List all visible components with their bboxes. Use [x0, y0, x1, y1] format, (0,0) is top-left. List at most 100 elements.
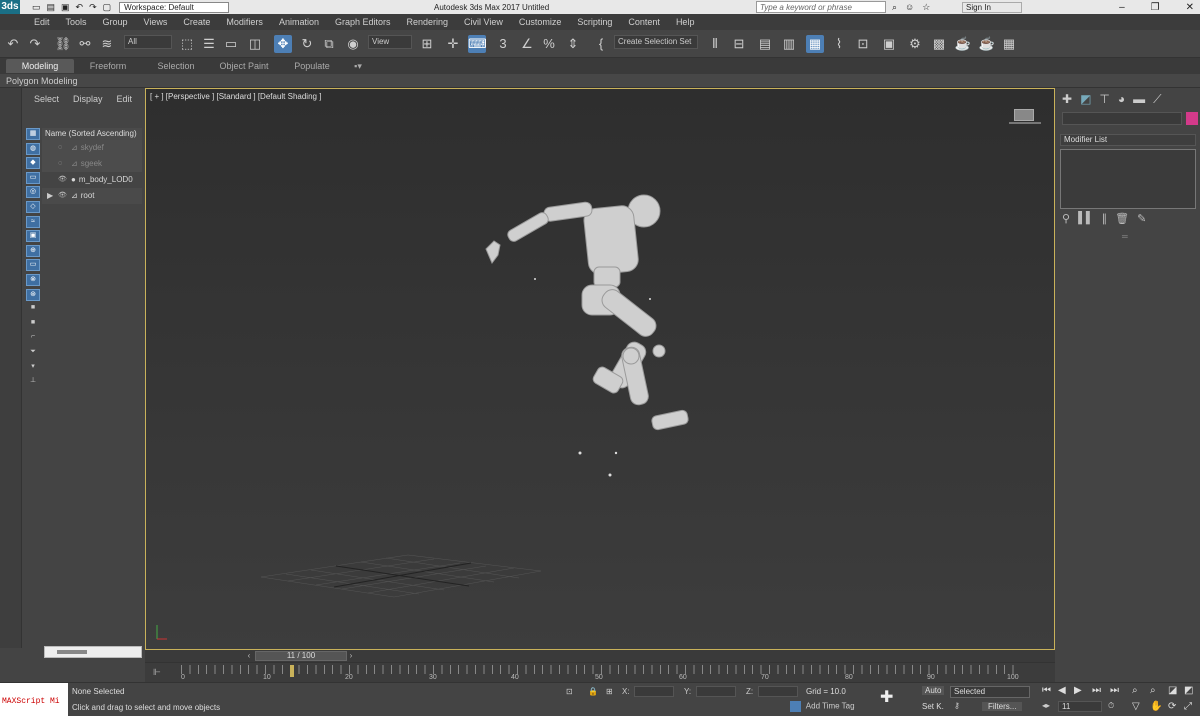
menu-scripting[interactable]: Scripting	[577, 17, 612, 27]
time-slider-handle[interactable]: 11 / 100	[255, 651, 347, 661]
place-icon[interactable]: ◉	[344, 35, 362, 53]
hierarchy-icon[interactable]: ⊥	[26, 376, 40, 388]
percent-snap-icon[interactable]: %	[540, 35, 558, 53]
manipulate-icon[interactable]: ✛	[444, 35, 462, 53]
tab-populate[interactable]: Populate	[278, 61, 346, 71]
display-tab-icon[interactable]: ▬	[1133, 92, 1145, 107]
object-name-field[interactable]	[1062, 112, 1182, 125]
angle-snap-icon[interactable]: ∠	[518, 35, 536, 53]
sign-in-button[interactable]: Sign In	[962, 1, 1022, 13]
render-icon[interactable]: ☕	[954, 35, 972, 53]
undo-icon[interactable]: ↶	[76, 2, 84, 13]
tab-freeform[interactable]: Freeform	[74, 61, 142, 71]
zoom-extents-icon[interactable]: ◪	[1168, 685, 1177, 696]
menu-help[interactable]: Help	[676, 17, 695, 27]
filter-spacewarps-icon[interactable]: ≈	[26, 215, 40, 228]
modify-tab-icon[interactable]: ◩	[1080, 92, 1091, 107]
absolute-mode-icon[interactable]: ⊞	[606, 687, 613, 696]
filter-helpers-icon[interactable]: ◇	[26, 200, 40, 213]
menu-customize[interactable]: Customize	[519, 17, 562, 27]
tab-modeling[interactable]: Modeling	[6, 59, 74, 73]
zoom-all-icon[interactable]: ⌕	[1150, 685, 1156, 696]
bind-spacewarp-icon[interactable]: ≋	[98, 35, 116, 53]
favorites-icon[interactable]: ☆	[922, 2, 930, 13]
selection-filter-dropdown[interactable]: All	[124, 35, 172, 49]
pan-icon[interactable]: ✋	[1150, 701, 1162, 712]
explorer-tab-select[interactable]: Select	[34, 94, 59, 110]
keyboard-shortcut-icon[interactable]: ⌨	[468, 35, 487, 53]
time-config-icon[interactable]: ⏱	[1108, 701, 1114, 711]
scene-explorer-icon[interactable]: ▤	[756, 35, 774, 53]
orbit-icon[interactable]: ⟳	[1168, 701, 1176, 712]
list-item[interactable]: 👁 ● m_body_LOD0	[42, 172, 142, 188]
rect-select-icon[interactable]: ▭	[222, 35, 240, 53]
modifier-list-dropdown[interactable]: Modifier List	[1060, 134, 1196, 146]
filter-geometry-icon[interactable]: ◍	[26, 142, 40, 155]
zoom-extents-all-icon[interactable]: ◩	[1184, 685, 1193, 696]
explorer-tab-display[interactable]: Display	[73, 94, 103, 110]
schematic-view-icon[interactable]: ⊡	[854, 35, 872, 53]
next-frame-arrow-icon[interactable]: ›	[347, 651, 355, 661]
remove-modifier-icon[interactable]: 🗑	[1115, 212, 1129, 225]
explorer-tab-edit[interactable]: Edit	[117, 94, 133, 110]
set-key-button[interactable]: Set K.	[922, 702, 944, 711]
app-logo[interactable]: 3ds	[0, 0, 20, 14]
pin-stack-icon[interactable]: ⚲	[1062, 212, 1070, 225]
reference-coord-dropdown[interactable]: View	[368, 35, 412, 49]
render-cloud-icon[interactable]: ▦	[1000, 35, 1018, 53]
filter-shapes-icon[interactable]: ◆	[26, 157, 40, 170]
lock-icon[interactable]: 🔒	[588, 687, 598, 696]
time-slider[interactable]: ‹ 11 / 100 ›	[145, 650, 1055, 662]
current-frame-field[interactable]: 11	[1058, 701, 1102, 712]
pivot-icon[interactable]: ⊞	[418, 35, 436, 53]
show-end-result-icon[interactable]: ▌▌	[1078, 212, 1094, 225]
prev-frame-icon[interactable]: ◀	[1058, 685, 1066, 696]
find-icon[interactable]: ▾	[26, 362, 40, 374]
menu-content[interactable]: Content	[628, 17, 660, 27]
set-key-plus-icon[interactable]: ✚	[880, 687, 893, 707]
object-color-swatch[interactable]	[1186, 112, 1198, 125]
x-coord-field[interactable]	[634, 686, 674, 697]
filter-containers-icon[interactable]: ⊗	[26, 273, 40, 286]
list-item[interactable]: ◌ ⊿ skydef	[42, 140, 142, 156]
fov-icon[interactable]: ▽	[1132, 701, 1140, 712]
z-coord-field[interactable]	[758, 686, 798, 697]
expand-arrow-icon[interactable]: ▶	[47, 188, 55, 204]
create-tab-icon[interactable]: ✚	[1062, 92, 1072, 107]
y-coord-field[interactable]	[696, 686, 736, 697]
undo-icon[interactable]: ↶	[4, 35, 22, 53]
filter-cameras-icon[interactable]: ◎	[26, 186, 40, 199]
close-icon[interactable]: ✕	[1186, 2, 1194, 13]
filter-bones-icon[interactable]: ▭	[26, 259, 40, 272]
select-by-name-icon[interactable]: ☰	[200, 35, 218, 53]
filter-xrefs-icon[interactable]: ⊕	[26, 244, 40, 257]
redo-icon[interactable]: ↷	[89, 2, 97, 13]
maximize-icon[interactable]: ❐	[1151, 2, 1160, 13]
ribbon-toggle-icon[interactable]: ▦	[806, 35, 824, 53]
link-icon[interactable]: ⛓	[54, 35, 72, 53]
prev-frame-arrow-icon[interactable]: ‹	[245, 651, 253, 661]
menu-views[interactable]: Views	[144, 17, 168, 27]
window-crossing-icon[interactable]: ◫	[246, 35, 264, 53]
curve-editor-mini-icon[interactable]: ⊩	[153, 667, 161, 678]
motion-tab-icon[interactable]: ◕	[1118, 92, 1125, 107]
named-selection-dropdown[interactable]: Create Selection Set	[614, 35, 698, 49]
utilities-tab-icon[interactable]: ⟋	[1153, 92, 1161, 107]
modifier-stack[interactable]	[1060, 149, 1196, 209]
key-icon[interactable]: ⚷	[954, 701, 960, 710]
add-time-tag[interactable]: Add Time Tag	[790, 701, 855, 712]
open-file-icon[interactable]: ▤	[47, 2, 56, 13]
menu-create[interactable]: Create	[183, 17, 210, 27]
menu-modifiers[interactable]: Modifiers	[226, 17, 263, 27]
material-editor-icon[interactable]: ▣	[880, 35, 898, 53]
frame-cursor[interactable]	[290, 665, 294, 677]
menu-group[interactable]: Group	[103, 17, 128, 27]
isolate-icon[interactable]: ⊡	[566, 687, 573, 696]
snap-3d-icon[interactable]: 3	[494, 35, 512, 53]
next-frame-icon[interactable]: ⏭	[1092, 685, 1101, 696]
search-input[interactable]: Type a keyword or phrase	[756, 1, 886, 13]
filter-frozen-icon[interactable]: ⊛	[26, 288, 40, 301]
filter-lights-icon[interactable]: ▭	[26, 171, 40, 184]
project-folder-icon[interactable]: ▢	[103, 2, 112, 13]
display-none-icon[interactable]: ■	[26, 318, 40, 330]
